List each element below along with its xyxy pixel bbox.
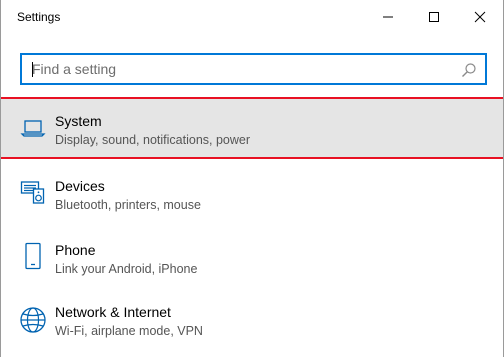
item-title: Devices [55, 178, 105, 194]
settings-item-phone[interactable]: Phone Link your Android, iPhone [1, 228, 503, 290]
search-icon[interactable] [461, 62, 477, 78]
minimize-icon [383, 16, 393, 18]
title-bar: Settings [1, 0, 503, 34]
maximize-icon [429, 12, 439, 22]
search-box[interactable] [20, 53, 487, 85]
item-title: Network & Internet [55, 304, 171, 320]
item-subtitle: Display, sound, notifications, power [55, 133, 251, 147]
globe-icon [19, 306, 47, 334]
window-title: Settings [17, 10, 61, 24]
settings-window: Settings Find a setting System Display, … [0, 0, 504, 357]
laptop-icon [19, 114, 47, 142]
close-icon [474, 11, 486, 23]
item-title: System [55, 113, 102, 129]
phone-icon [19, 242, 47, 270]
settings-item-system[interactable]: System Display, sound, notifications, po… [1, 97, 503, 159]
close-button[interactable] [457, 0, 503, 34]
item-subtitle: Link your Android, iPhone [55, 262, 198, 276]
devices-icon [19, 178, 47, 206]
minimize-button[interactable] [365, 0, 411, 34]
item-subtitle: Bluetooth, printers, mouse [55, 198, 201, 212]
text-caret [32, 62, 33, 77]
search-input[interactable] [22, 55, 485, 83]
item-title: Phone [55, 242, 96, 258]
item-subtitle: Wi-Fi, airplane mode, VPN [55, 324, 203, 338]
maximize-button[interactable] [411, 0, 457, 34]
settings-item-network[interactable]: Network & Internet Wi-Fi, airplane mode,… [1, 292, 503, 354]
settings-item-devices[interactable]: Devices Bluetooth, printers, mouse [1, 164, 503, 226]
